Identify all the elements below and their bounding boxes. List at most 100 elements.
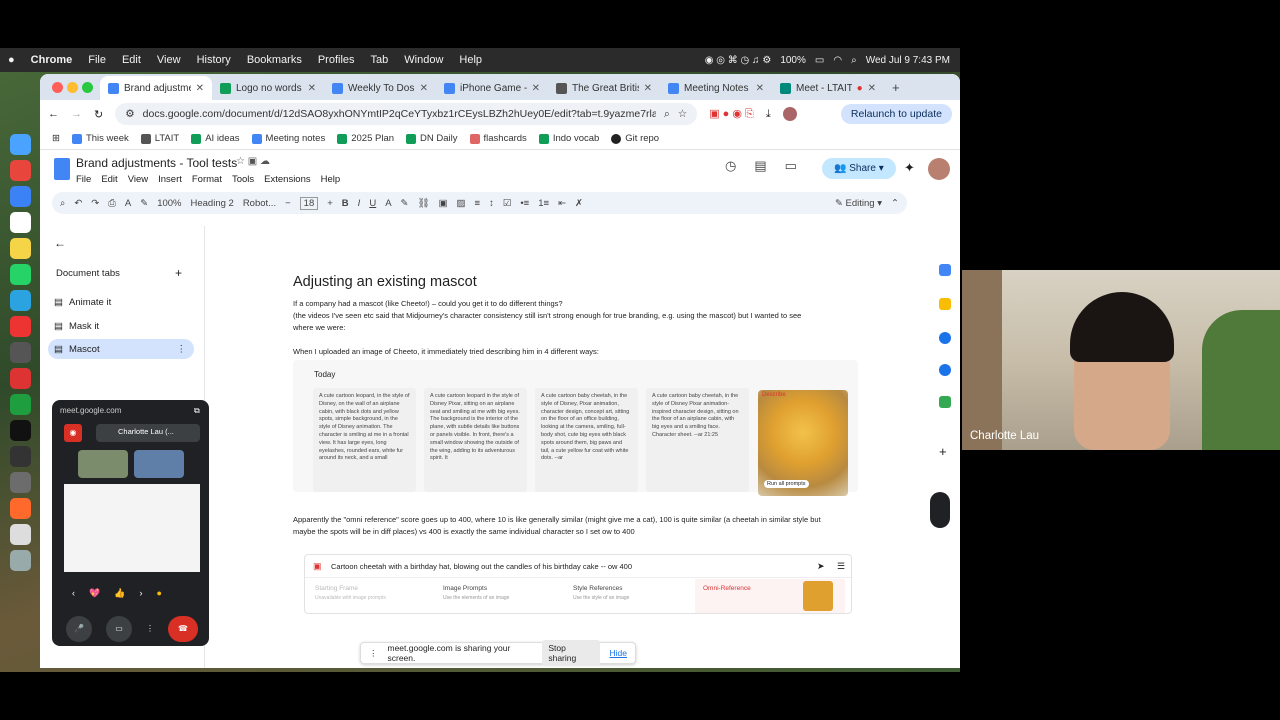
forward-icon[interactable]: → [71, 108, 82, 120]
comment-add-icon[interactable]: ▣ [439, 198, 448, 209]
bullet-list-icon[interactable]: •≡ [520, 198, 529, 209]
trash-icon[interactable] [9, 550, 31, 571]
print-icon[interactable]: ⎙ [108, 198, 116, 209]
tab-iphone-game[interactable]: iPhone Game - Le✕ [436, 76, 548, 100]
prev-icon[interactable]: ‹ [72, 588, 75, 599]
align-icon[interactable]: ≡ [475, 198, 481, 209]
history-icon[interactable]: ◷ [725, 158, 736, 174]
bookmark-meeting-notes[interactable]: Meeting notes [251, 133, 325, 144]
bold-icon[interactable]: B [342, 198, 349, 209]
menu-format[interactable]: Format [192, 174, 222, 185]
text-color-icon[interactable]: A [385, 198, 391, 209]
settings-icon[interactable] [9, 342, 31, 363]
send-icon[interactable]: ➤ [817, 561, 825, 572]
font-select[interactable]: Robot... [243, 198, 276, 209]
hide-link[interactable]: Hide [610, 648, 627, 658]
menubar-tab[interactable]: Tab [363, 54, 397, 66]
close-tab-icon[interactable]: ✕ [868, 83, 876, 94]
decrease-size-icon[interactable]: − [285, 198, 291, 209]
menubar-clock[interactable]: Wed Jul 9 7:43 PM [866, 55, 950, 66]
tab-logo[interactable]: Logo no words an✕ [212, 76, 324, 100]
menu-edit[interactable]: Edit [101, 174, 117, 185]
search-menus-icon[interactable]: ⌕ [60, 198, 65, 209]
menubar-view[interactable]: View [149, 54, 189, 66]
doc-tab-mask-it[interactable]: ▤ Mask it [48, 316, 194, 336]
app-icon[interactable] [9, 472, 31, 493]
safari-icon[interactable] [9, 186, 31, 207]
close-tab-icon[interactable]: ✕ [308, 83, 316, 94]
underline-icon[interactable]: U [369, 198, 376, 209]
redo-icon[interactable]: ↷ [91, 198, 99, 209]
meet-call-icon[interactable]: ▭ [785, 158, 797, 174]
tasks-icon[interactable] [939, 332, 951, 344]
reload-icon[interactable]: ↻ [94, 108, 103, 121]
drag-handle-icon[interactable]: ⋮ [369, 648, 378, 659]
leave-call-button[interactable]: ☎ [168, 616, 198, 642]
grammarly-icon[interactable] [9, 394, 31, 415]
ref-image-prompts[interactable]: Image Prompts Use the elements of an imag… [443, 585, 509, 601]
close-window-button[interactable] [52, 82, 63, 93]
bookmark-git-repo[interactable]: Git repo [611, 133, 659, 144]
extensions-icons[interactable]: ▣ ● ◉ ⎘ [709, 107, 754, 121]
bookmark-flashcards[interactable]: flashcards [469, 133, 527, 144]
app-icon[interactable] [9, 498, 31, 519]
style-select[interactable]: Heading 2 [191, 198, 234, 209]
menubar-history[interactable]: History [189, 54, 239, 66]
collapse-toolbar-icon[interactable]: ⌃ [891, 198, 899, 209]
menubar-edit[interactable]: Edit [114, 54, 149, 66]
zoom-icon[interactable]: ⌕ [664, 108, 670, 121]
microphone-button[interactable]: 🎤 [66, 616, 92, 642]
docs-logo-icon[interactable] [54, 158, 70, 180]
menu-view[interactable]: View [128, 174, 148, 185]
minimize-window-button[interactable] [67, 82, 78, 93]
pip-expand-icon[interactable]: ⧉ [194, 406, 200, 416]
tab-brand-adjustments[interactable]: Brand adjustmen✕ [100, 76, 212, 100]
doc-tab-animate-it[interactable]: ▤ Animate it [48, 292, 194, 312]
battery-icon[interactable]: ▭ [815, 55, 824, 66]
bookmark-star-icon[interactable]: ☆ [678, 108, 687, 120]
battery-percent[interactable]: 100% [780, 55, 806, 66]
menubar-app-name[interactable]: Chrome [23, 54, 81, 66]
tab-meet[interactable]: Meet - LTAIT ● ✕ [772, 76, 884, 100]
add-addon-icon[interactable]: + [939, 444, 947, 459]
calendar-icon[interactable] [9, 212, 31, 233]
numbered-list-icon[interactable]: 1≡ [538, 198, 549, 209]
command-input[interactable]: Cartoon cheetah with a birthday hat, blo… [331, 562, 632, 571]
app-icon[interactable] [9, 420, 31, 441]
more-options-icon[interactable]: ⋮ [142, 616, 158, 642]
next-icon[interactable]: › [139, 588, 142, 599]
image-icon[interactable]: ▨ [457, 198, 466, 209]
document-icon[interactable] [9, 524, 31, 545]
run-all-prompts-button[interactable]: Run all prompts [764, 480, 809, 488]
font-size-field[interactable]: 18 [299, 196, 319, 210]
menu-extensions[interactable]: Extensions [264, 174, 310, 185]
menubar-window[interactable]: Window [396, 54, 451, 66]
camera-button[interactable]: ▭ [106, 616, 132, 642]
image-prompt-icon[interactable]: ▣ [313, 561, 322, 572]
news-icon[interactable] [9, 316, 31, 337]
profile-avatar[interactable] [782, 107, 797, 121]
line-spacing-icon[interactable]: ↕ [489, 198, 494, 209]
clear-format-icon[interactable]: ✗ [575, 198, 583, 209]
bookmark-indo-vocab[interactable]: Indo vocab [538, 133, 599, 144]
chatgpt-icon[interactable] [9, 446, 31, 467]
maps-icon[interactable] [939, 396, 951, 408]
star-icon[interactable]: ☆ ▣ ☁ [236, 156, 270, 167]
calendar-icon[interactable] [939, 264, 951, 276]
doc-title[interactable]: Brand adjustments - Tool tests [76, 156, 237, 170]
gemini-icon[interactable]: ✦ [904, 160, 915, 176]
stop-sharing-button[interactable]: Stop sharing [542, 640, 600, 666]
menubar-file[interactable]: File [80, 54, 114, 66]
thumbs-up-reaction-icon[interactable]: 👍 [114, 588, 125, 599]
bookmark-dn-daily[interactable]: DN Daily [406, 133, 458, 144]
indent-icon[interactable]: ⇤ [558, 198, 566, 209]
editing-mode-select[interactable]: ✎ Editing ▾ [835, 198, 882, 209]
zoom-select[interactable]: 100% [157, 198, 181, 209]
menubar-profiles[interactable]: Profiles [310, 54, 363, 66]
tab-great-british[interactable]: The Great British✕ [548, 76, 660, 100]
close-tab-icon[interactable]: ✕ [644, 83, 652, 94]
undo-icon[interactable]: ↶ [74, 198, 82, 209]
meet-mini-controls[interactable] [930, 492, 950, 528]
add-tab-icon[interactable]: + [175, 266, 182, 280]
bookmark-2025-plan[interactable]: 2025 Plan [337, 133, 394, 144]
